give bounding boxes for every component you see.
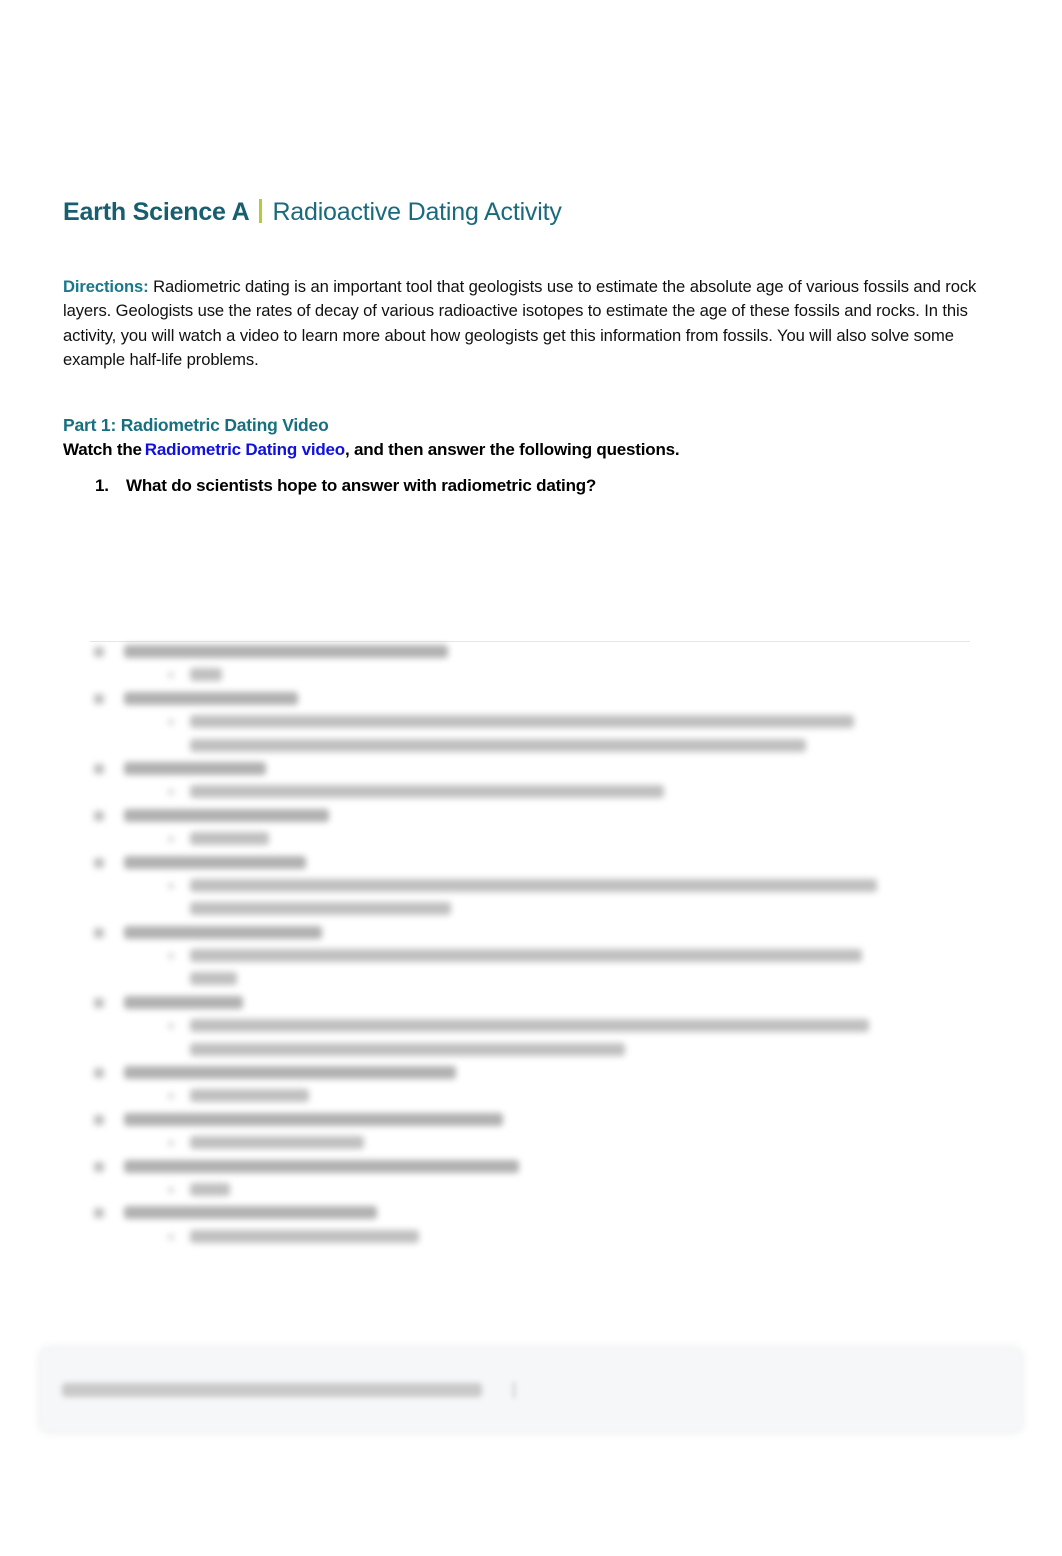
bullet-icon bbox=[168, 1023, 174, 1030]
redacted-answer-row bbox=[90, 967, 990, 990]
instruction-before: Watch the bbox=[63, 440, 142, 459]
redacted-question-text bbox=[124, 808, 329, 822]
redacted-answer-text bbox=[190, 1042, 625, 1056]
redacted-question-row bbox=[90, 757, 990, 780]
part1-heading: Part 1: Radiometric Dating Video bbox=[63, 415, 329, 435]
redacted-answer-row bbox=[90, 944, 990, 967]
directions-paragraph: Directions: Radiometric dating is an imp… bbox=[63, 275, 1008, 372]
redacted-answer-row bbox=[90, 874, 990, 897]
redacted-question-number bbox=[94, 1114, 104, 1125]
bullet-icon bbox=[168, 789, 174, 796]
redacted-question-row bbox=[90, 1201, 990, 1224]
question-1: 1. What do scientists hope to answer with… bbox=[95, 476, 596, 496]
bullet-icon bbox=[168, 953, 174, 960]
redacted-question-number bbox=[94, 1208, 104, 1219]
redacted-question-row bbox=[90, 687, 990, 710]
redacted-question-number bbox=[94, 927, 104, 938]
redacted-answer-row bbox=[90, 1178, 990, 1201]
redacted-answer-row bbox=[90, 1038, 990, 1061]
document-page: Earth Science A Radioactive Dating Activi… bbox=[0, 0, 1062, 1556]
redacted-question-row bbox=[90, 991, 990, 1014]
document-title: Earth Science A Radioactive Dating Activi… bbox=[63, 198, 562, 227]
redacted-answer-text bbox=[190, 1182, 230, 1196]
activity-name: Radioactive Dating Activity bbox=[272, 198, 562, 226]
bullet-icon bbox=[168, 672, 174, 679]
redacted-answer-row bbox=[90, 1014, 990, 1037]
redacted-question-text bbox=[124, 1206, 377, 1220]
redacted-question-number bbox=[94, 763, 104, 774]
redacted-question-number bbox=[94, 693, 104, 704]
redacted-question-text bbox=[124, 761, 266, 775]
redacted-answer-text bbox=[190, 668, 222, 682]
redacted-question-number bbox=[94, 997, 104, 1008]
redacted-question-text bbox=[124, 855, 306, 869]
bullet-icon bbox=[168, 1140, 174, 1147]
redacted-answer-row bbox=[90, 663, 990, 686]
bullet-icon bbox=[168, 1186, 174, 1193]
course-name: Earth Science A bbox=[63, 198, 250, 226]
redacted-answer-text bbox=[190, 738, 806, 752]
redacted-answer-text bbox=[190, 949, 862, 963]
redacted-question-row bbox=[90, 921, 990, 944]
redacted-answer-text bbox=[190, 1089, 309, 1103]
instruction-after: , and then answer the following question… bbox=[344, 440, 680, 459]
bullet-icon bbox=[168, 1233, 174, 1240]
redacted-answer-row bbox=[90, 827, 990, 850]
redacted-question-number bbox=[94, 810, 104, 821]
redacted-question-number bbox=[94, 857, 104, 868]
redacted-answer-row bbox=[90, 734, 990, 757]
redacted-answer-row bbox=[90, 1225, 990, 1248]
directions-label: Directions: bbox=[63, 277, 149, 296]
redacted-answer-row bbox=[90, 1131, 990, 1154]
redacted-answer-text bbox=[190, 972, 237, 986]
footer-bar bbox=[42, 1350, 1020, 1430]
redacted-answer-row bbox=[90, 780, 990, 803]
redacted-question-text bbox=[124, 995, 243, 1009]
redacted-question-text bbox=[124, 925, 322, 939]
redacted-question-row bbox=[90, 804, 990, 827]
redacted-answer-text bbox=[190, 1229, 419, 1243]
redacted-answer-text bbox=[190, 715, 854, 729]
bullet-icon bbox=[168, 1093, 174, 1100]
redacted-question-row bbox=[90, 640, 990, 663]
radiometric-dating-video-link[interactable]: Radiometric Dating video bbox=[145, 440, 345, 459]
part1-instruction: Watch the Radiometric Dating video, and t… bbox=[63, 440, 680, 460]
redacted-answer-row bbox=[90, 1084, 990, 1107]
redacted-answer-text bbox=[190, 832, 269, 846]
bullet-icon bbox=[168, 836, 174, 843]
redacted-question-number bbox=[94, 1068, 104, 1079]
directions-text: Radiometric dating is an important tool … bbox=[63, 277, 977, 369]
redacted-question-list bbox=[90, 640, 990, 1248]
redacted-question-number bbox=[94, 647, 104, 657]
bullet-icon bbox=[168, 719, 174, 726]
question-text: What do scientists hope to answer with r… bbox=[126, 476, 597, 495]
redacted-question-row bbox=[90, 851, 990, 874]
redacted-answer-text bbox=[190, 1019, 869, 1033]
redacted-answer-text bbox=[190, 1136, 364, 1150]
footer-separator bbox=[512, 1382, 516, 1398]
redacted-question-row bbox=[90, 1155, 990, 1178]
title-separator bbox=[259, 199, 263, 223]
redacted-question-row bbox=[90, 1061, 990, 1084]
question-number: 1. bbox=[95, 476, 109, 495]
redacted-answer-text bbox=[190, 878, 877, 892]
redacted-question-text bbox=[124, 645, 448, 658]
redacted-answer-text bbox=[190, 902, 451, 916]
redacted-question-text bbox=[124, 1066, 456, 1080]
bullet-icon bbox=[168, 882, 174, 889]
redacted-answer-row bbox=[90, 897, 990, 920]
footer-copyright-text bbox=[62, 1383, 482, 1397]
redacted-question-text bbox=[124, 1159, 519, 1173]
redacted-question-text bbox=[124, 691, 298, 705]
redacted-answer-text bbox=[190, 785, 664, 799]
redacted-question-text bbox=[124, 1112, 503, 1126]
redacted-question-number bbox=[94, 1161, 104, 1172]
redacted-question-row bbox=[90, 1108, 990, 1131]
redacted-answer-row bbox=[90, 710, 990, 733]
